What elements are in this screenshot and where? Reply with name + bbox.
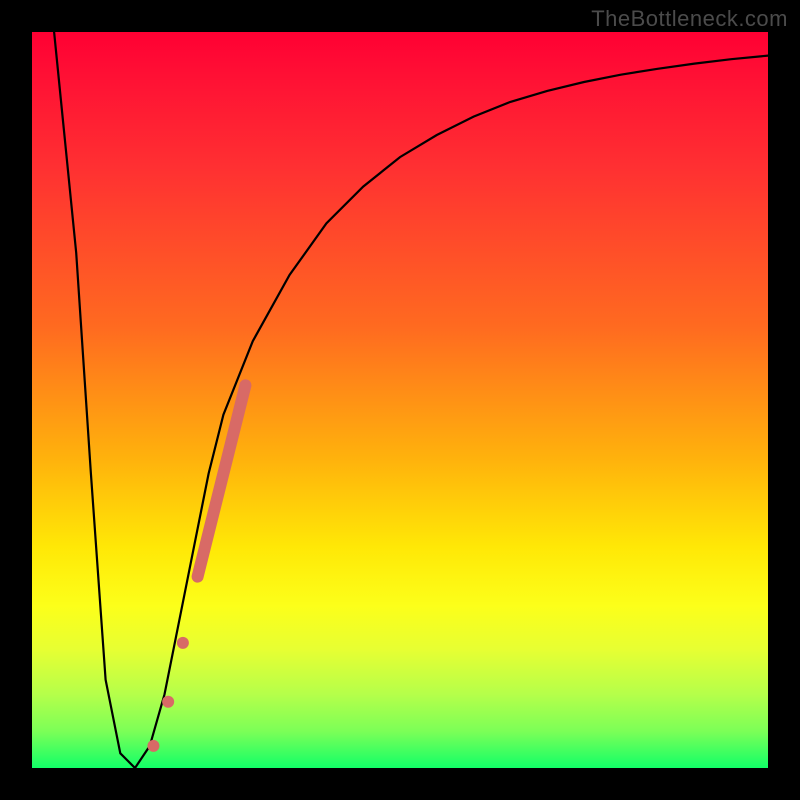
chart-svg: [32, 32, 768, 768]
bottleneck-curve-path: [54, 32, 768, 768]
chart-frame: TheBottleneck.com: [0, 0, 800, 800]
highlight-dot-3: [147, 740, 159, 752]
highlight-segment: [198, 385, 246, 576]
highlight-dot-2: [162, 696, 174, 708]
watermark-text: TheBottleneck.com: [591, 6, 788, 32]
plot-area: [32, 32, 768, 768]
highlight-dot-1: [177, 637, 189, 649]
